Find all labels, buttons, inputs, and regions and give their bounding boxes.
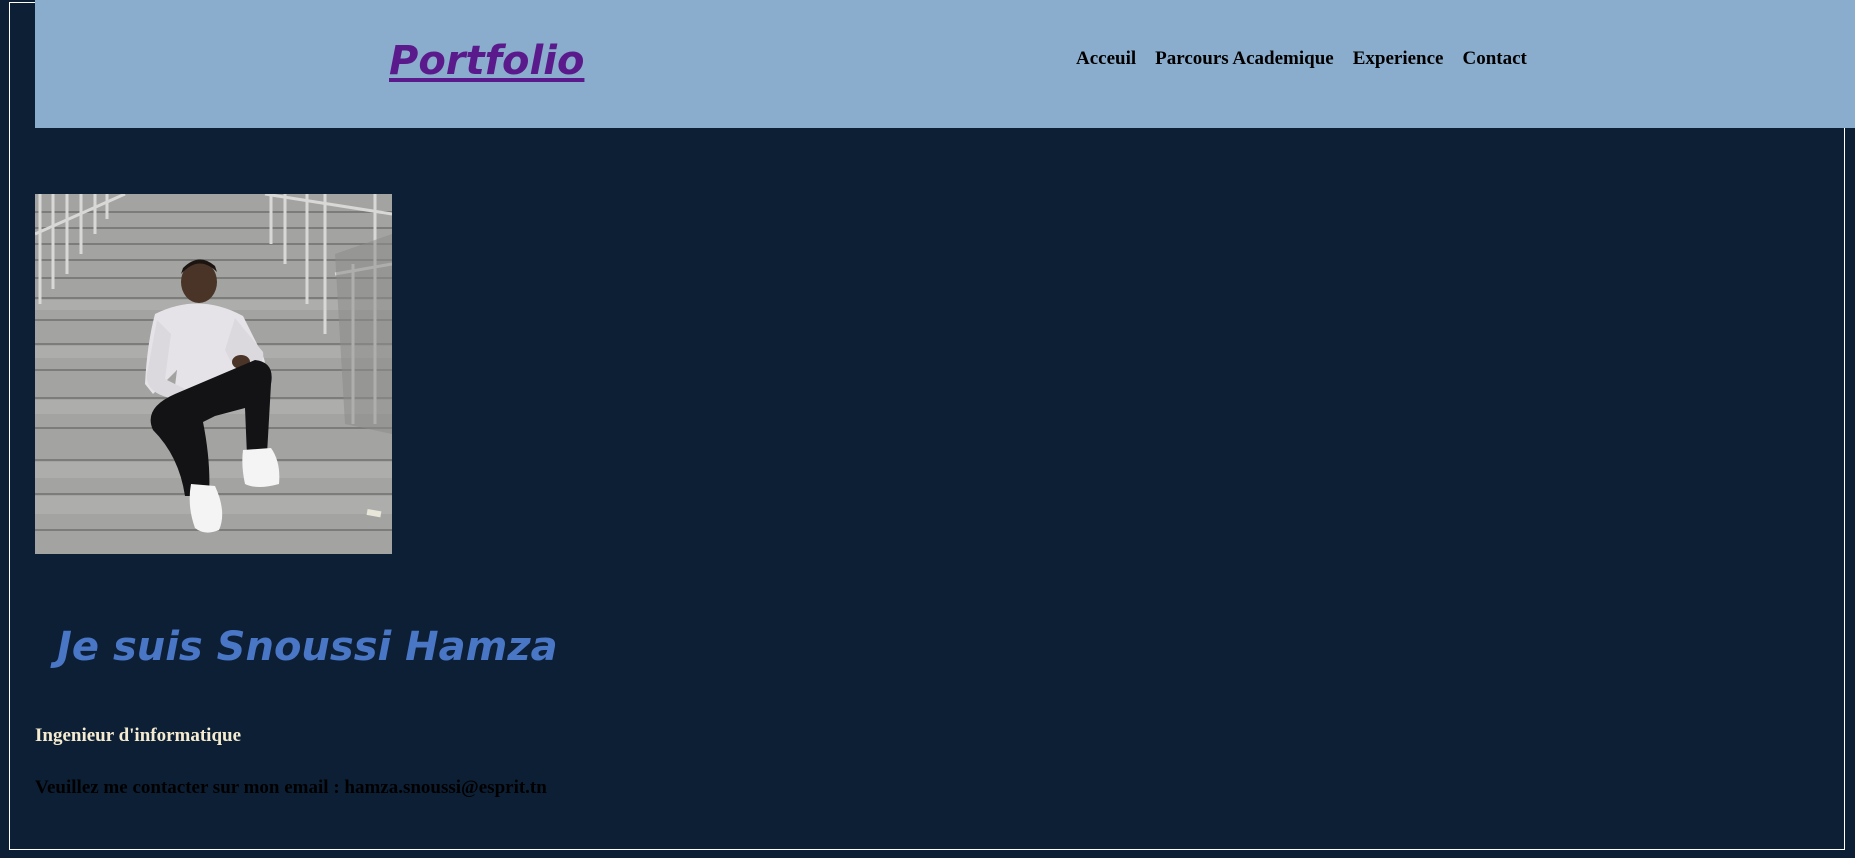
nav-link-acceuil[interactable]: Acceuil bbox=[1076, 48, 1136, 70]
brand-link[interactable]: Portfolio bbox=[389, 34, 584, 88]
nav-link-parcours-academique[interactable]: Parcours Academique bbox=[1155, 48, 1334, 70]
site-header: Portfolio Acceuil Parcours Academique Ex… bbox=[35, 0, 1855, 128]
nav-link-experience[interactable]: Experience bbox=[1353, 48, 1444, 70]
hero-title: Je suis Snoussi Hamza bbox=[57, 624, 558, 670]
role-text: Ingenieur d'informatique bbox=[35, 725, 242, 746]
profile-photo bbox=[35, 194, 392, 554]
nav-link-contact[interactable]: Contact bbox=[1462, 48, 1526, 70]
contact-email-text: Veuillez me contacter sur mon email : ha… bbox=[35, 777, 547, 798]
main-nav: Acceuil Parcours Academique Experience C… bbox=[1076, 48, 1527, 70]
